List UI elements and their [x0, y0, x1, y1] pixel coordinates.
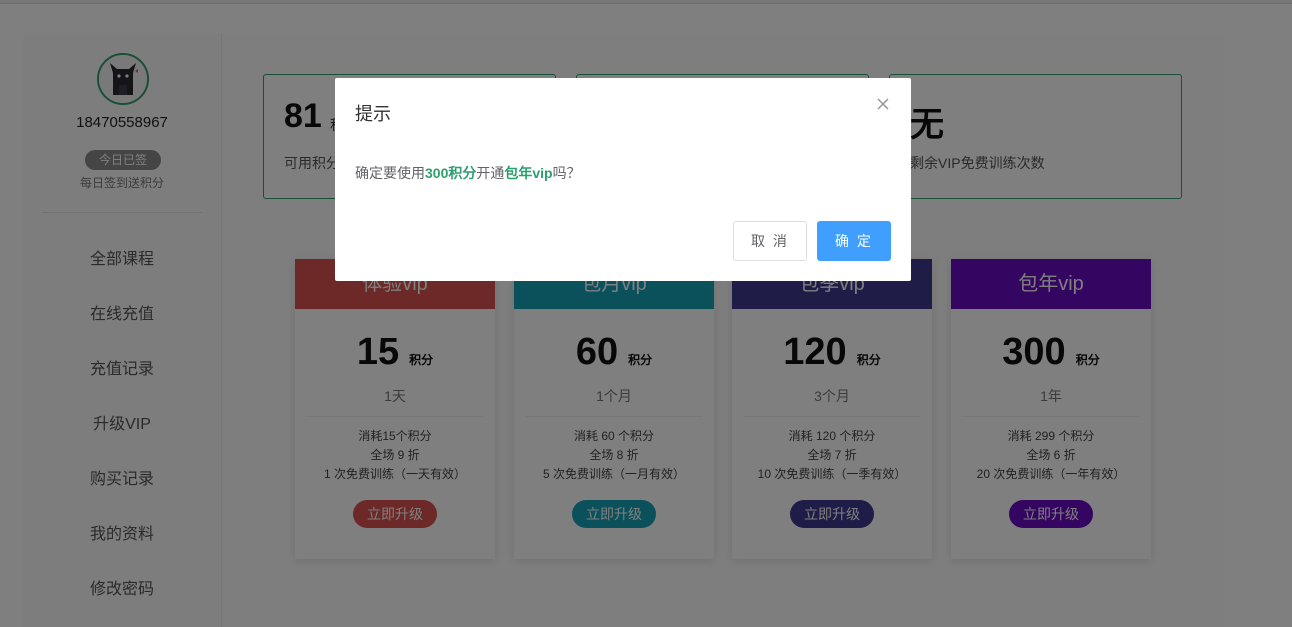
confirm-button[interactable]: 确 定	[817, 221, 891, 261]
dialog-message: 确定要使用300积分开通包年vip吗？	[355, 163, 581, 183]
confirm-dialog: 提示 确定要使用300积分开通包年vip吗？ 取 消 确 定	[335, 78, 911, 281]
dialog-msg-points: 300积分	[425, 165, 477, 181]
dialog-title: 提示	[355, 104, 391, 124]
close-icon[interactable]	[875, 96, 891, 112]
dialog-msg-plan: 包年vip	[504, 165, 553, 181]
dialog-msg-prefix: 确定要使用	[355, 165, 425, 181]
dialog-msg-suffix: 吗？	[552, 165, 581, 181]
cancel-button[interactable]: 取 消	[733, 221, 807, 261]
dialog-msg-middle: 开通	[476, 165, 505, 181]
